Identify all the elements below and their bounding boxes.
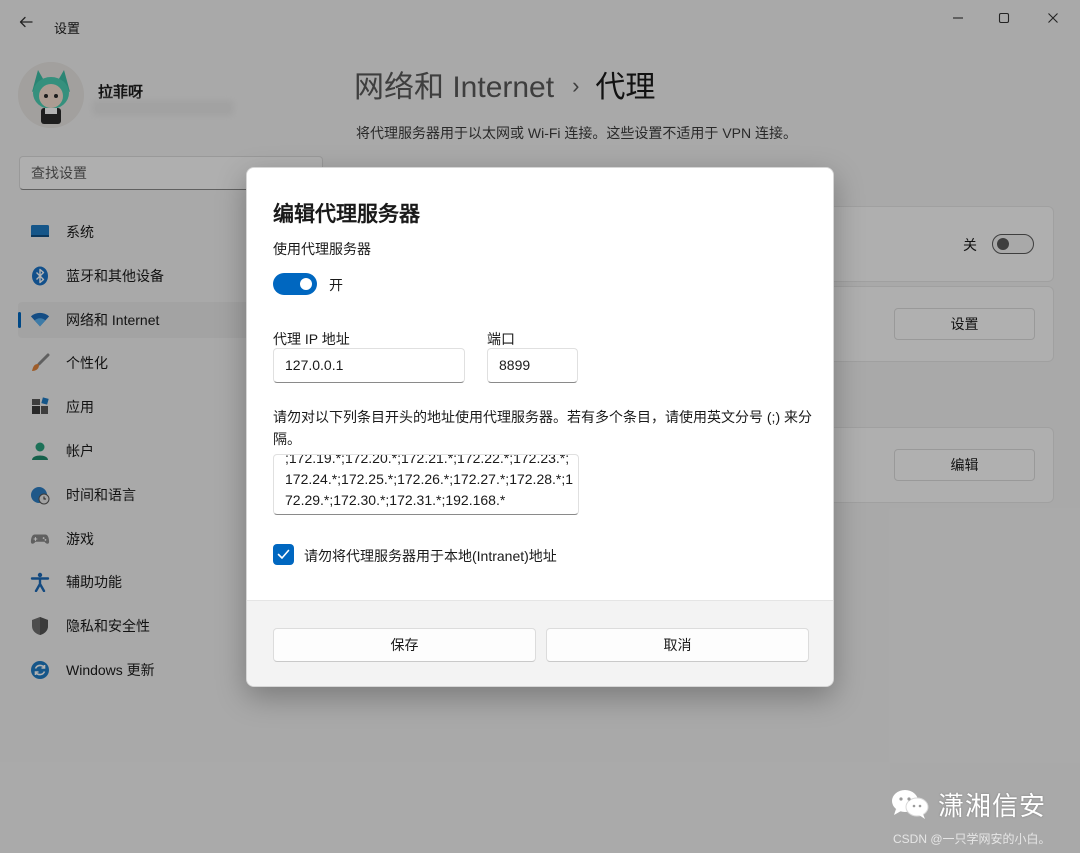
use-proxy-label: 使用代理服务器: [273, 241, 371, 257]
cancel-button[interactable]: 取消: [546, 628, 809, 662]
exceptions-textarea[interactable]: ;172.19.*;172.20.*;172.21.*;172.22.*;172…: [273, 454, 579, 515]
watermark: 潇湘信安: [890, 784, 1046, 824]
csdn-credit: CSDN @一只学网安的小白。: [893, 832, 1051, 846]
proxy-ip-input[interactable]: 127.0.0.1: [273, 348, 465, 383]
port-input[interactable]: 8899: [487, 348, 578, 383]
toggle-knob: [300, 278, 312, 290]
watermark-brand: 潇湘信安: [938, 790, 1047, 821]
checkmark-icon: [277, 549, 290, 559]
dialog-body: 编辑代理服务器 使用代理服务器 开 代理 IP 地址 端口 127.0.0.1 …: [247, 168, 833, 600]
save-button[interactable]: 保存: [273, 628, 536, 662]
wechat-logo-icon: [892, 790, 929, 819]
settings-window: 设置 拉菲呀 查找设置 系统 蓝牙和其他设备 网络和 Internet 个性化 …: [0, 0, 1080, 853]
exceptions-description: 请勿对以下列条目开头的地址使用代理服务器。若有多个条目，请使用英文分号 (;) …: [273, 409, 812, 447]
use-proxy-state: 开: [329, 277, 343, 293]
bypass-local-label: 请勿将代理服务器用于本地(Intranet)地址: [304, 548, 557, 564]
exceptions-text: ;172.19.*;172.20.*;172.21.*;172.22.*;172…: [285, 454, 574, 508]
use-proxy-toggle[interactable]: [273, 273, 317, 295]
port-label: 端口: [487, 331, 515, 347]
dialog-footer: 保存 取消: [247, 600, 833, 686]
bypass-local-checkbox[interactable]: [273, 544, 294, 565]
dialog-title: 编辑代理服务器: [273, 203, 420, 226]
edit-proxy-dialog: 编辑代理服务器 使用代理服务器 开 代理 IP 地址 端口 127.0.0.1 …: [246, 167, 834, 687]
proxy-ip-label: 代理 IP 地址: [273, 331, 350, 347]
